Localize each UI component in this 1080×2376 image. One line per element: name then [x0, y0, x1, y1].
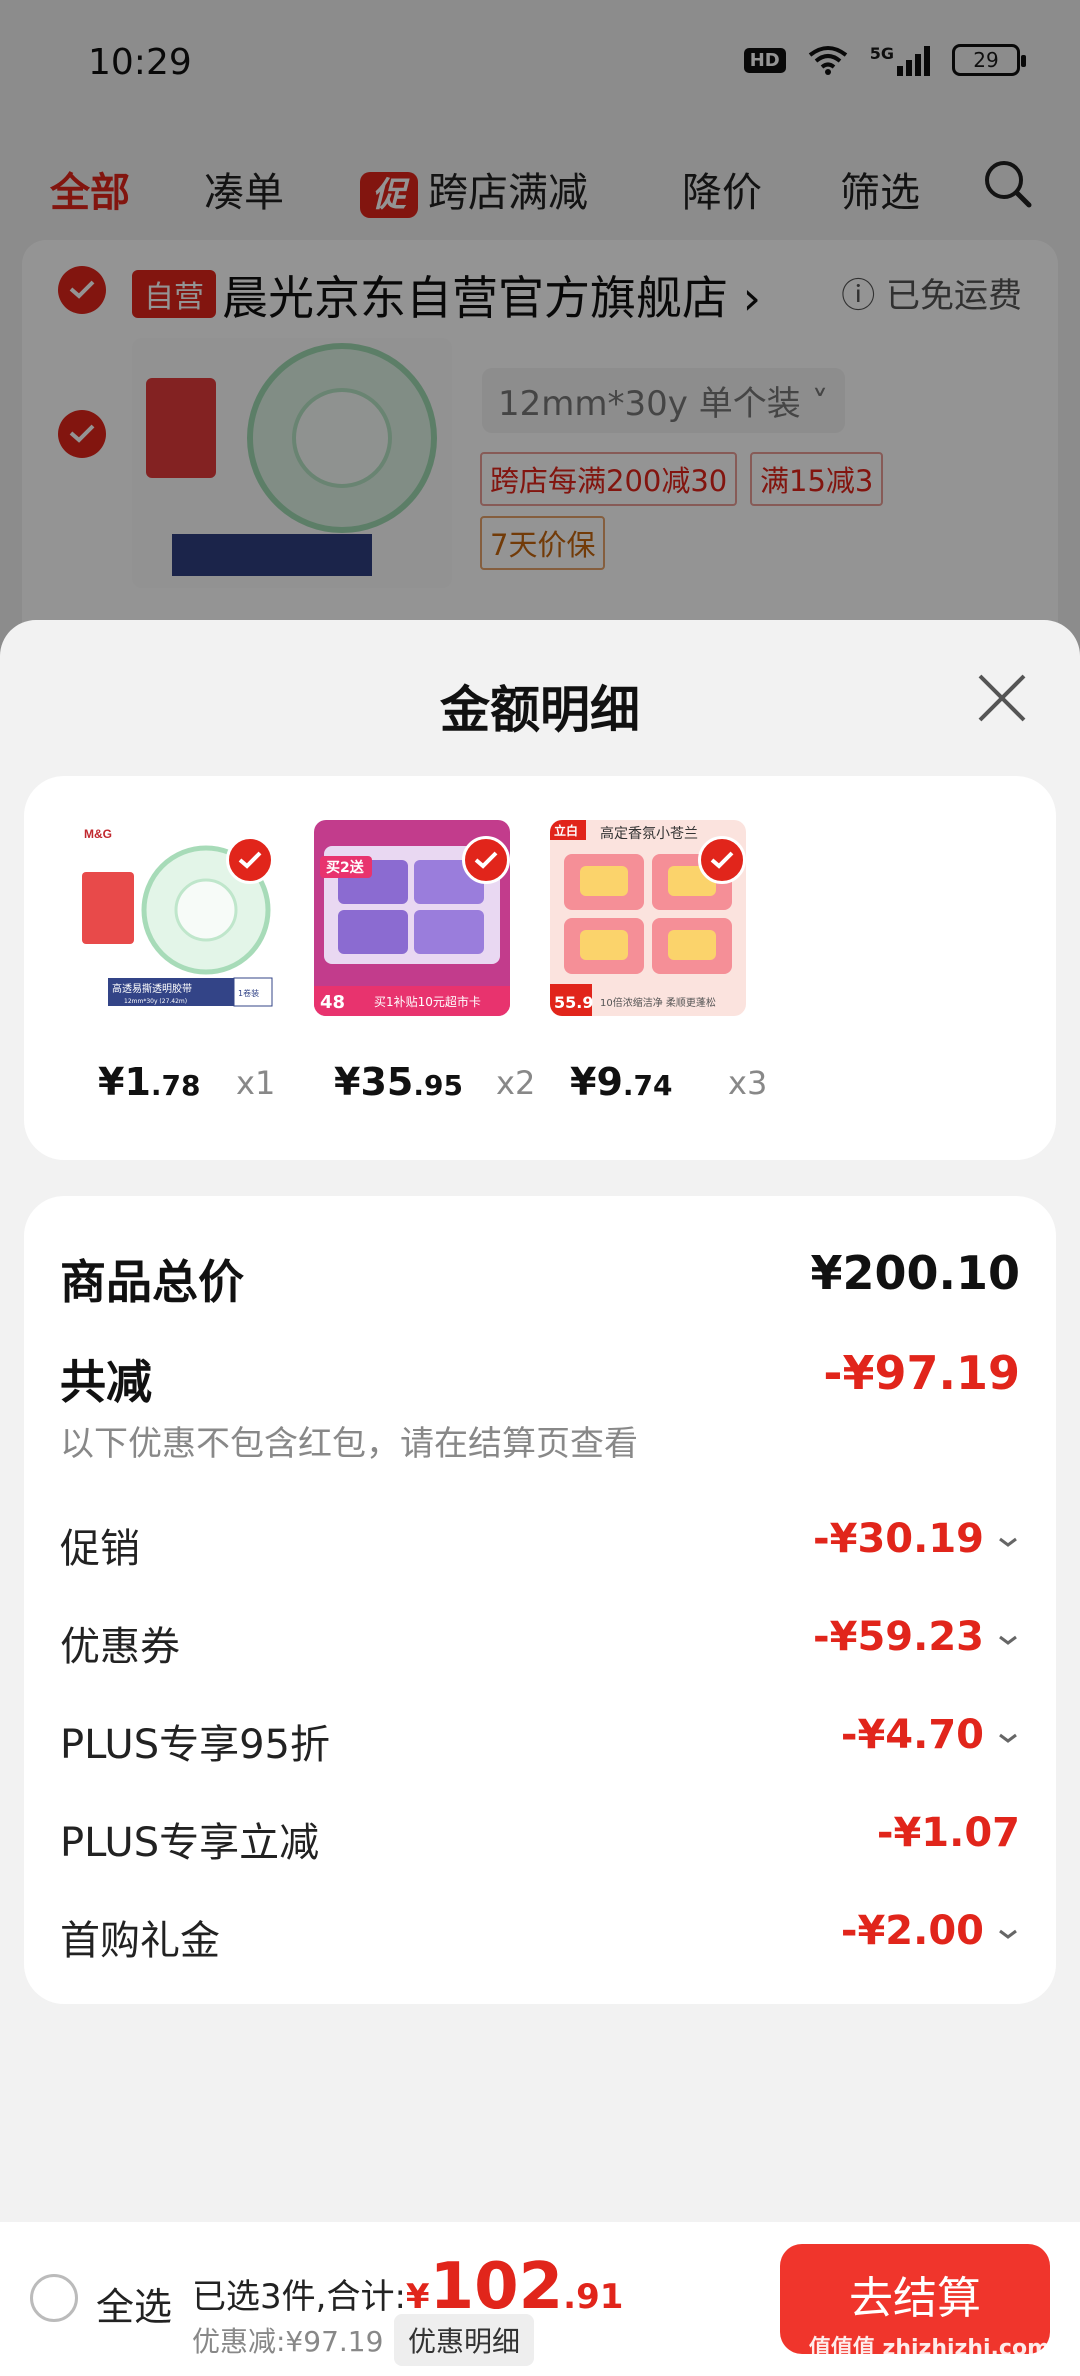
selected-summary: 已选3件,合计:¥102.91: [192, 2250, 624, 2324]
amount-detail-sheet: 金额明细 M&G 高透易撕透明胶带 12mm*30y (27.42m) 1卷装: [0, 620, 1080, 2376]
svg-text:55.9: 55.9: [554, 993, 593, 1012]
product-qty: x3: [728, 1064, 768, 1102]
svg-text:高定香氛小苍兰: 高定香氛小苍兰: [600, 825, 698, 842]
select-all-label[interactable]: 全选: [96, 2276, 172, 2331]
svg-text:高透易撕透明胶带: 高透易撕透明胶带: [112, 982, 192, 995]
total-reduce-label: 共减: [60, 1355, 152, 1409]
sheet-title: 金额明细: [440, 681, 640, 739]
brand-logo: M&G: [84, 827, 112, 841]
chevron-down-icon[interactable]: [996, 1628, 1020, 1652]
svg-text:买1补贴10元超市卡: 买1补贴10元超市卡: [374, 994, 481, 1009]
product-price: ¥9.74: [570, 1060, 673, 1104]
product-check-icon[interactable]: [698, 836, 746, 884]
total-amount: ¥102.91: [405, 2250, 624, 2324]
plus-instant-value: -¥1.07: [876, 1810, 1020, 1856]
promotion-label: 促销: [60, 1526, 140, 1572]
reduce-note: 以下优惠不包含红包，请在结算页查看: [60, 1424, 638, 1464]
discount-detail-button[interactable]: 优惠明细: [394, 2314, 535, 2366]
plus-discount-value: -¥4.70: [840, 1712, 984, 1758]
svg-text:1卷装: 1卷装: [238, 988, 259, 998]
coupon-value: -¥59.23: [813, 1614, 984, 1660]
svg-text:48: 48: [320, 992, 345, 1013]
total-price-row: 商品总价 ¥200.10: [60, 1246, 1020, 1309]
total-price-label: 商品总价: [60, 1255, 244, 1309]
chevron-down-icon[interactable]: [996, 1922, 1020, 1946]
price-detail-card: 商品总价 ¥200.10 共减 -¥97.19 以下优惠不包含红包，请在结算页查…: [24, 1196, 1056, 2004]
first-purchase-label: 首购礼金: [60, 1918, 220, 1964]
promotion-value: -¥30.19: [813, 1516, 984, 1562]
products-card: M&G 高透易撕透明胶带 12mm*30y (27.42m) 1卷装 ¥1.78…: [24, 776, 1056, 1160]
product-check-icon[interactable]: [226, 836, 274, 884]
product-price: ¥35.95: [334, 1060, 463, 1104]
plus-instant-row: PLUS专享立减 -¥1.07: [60, 1810, 1020, 1870]
total-price-value: ¥200.10: [810, 1246, 1020, 1300]
plus-discount-label: PLUS专享95折: [60, 1722, 330, 1768]
chevron-down-icon[interactable]: [996, 1530, 1020, 1554]
select-all-radio[interactable]: [30, 2274, 78, 2322]
svg-text:买2送: 买2送: [326, 859, 365, 876]
product-price: ¥1.78: [98, 1060, 201, 1104]
discount-summary: 优惠减:¥97.19: [192, 2325, 384, 2358]
plus-instant-label: PLUS专享立减: [60, 1820, 320, 1866]
svg-text:12mm*30y (27.42m): 12mm*30y (27.42m): [124, 998, 187, 1005]
coupon-label: 优惠券: [60, 1624, 180, 1670]
product-qty: x1: [236, 1064, 276, 1102]
svg-text:立白: 立白: [554, 823, 578, 838]
first-purchase-value: -¥2.00: [840, 1908, 984, 1954]
total-reduce-row: 共减 -¥97.19: [60, 1346, 1020, 1409]
chevron-down-icon[interactable]: [996, 1726, 1020, 1750]
promotion-row[interactable]: 促销 -¥30.19: [60, 1516, 1020, 1576]
total-reduce-value: -¥97.19: [823, 1346, 1020, 1400]
svg-text:10倍浓缩洁净 柔顺更蓬松: 10倍浓缩洁净 柔顺更蓬松: [600, 996, 716, 1009]
coupon-row[interactable]: 优惠券 -¥59.23: [60, 1614, 1020, 1674]
first-purchase-row[interactable]: 首购礼金 -¥2.00: [60, 1908, 1020, 1968]
product-check-icon[interactable]: [462, 836, 510, 884]
plus-discount-row[interactable]: PLUS专享95折 -¥4.70: [60, 1712, 1020, 1772]
close-icon[interactable]: [974, 670, 1030, 726]
checkout-bar: 全选 已选3件,合计:¥102.91 优惠减:¥97.19 优惠明细 去结算 值…: [0, 2222, 1080, 2376]
product-qty: x2: [496, 1064, 536, 1102]
watermark: 值值值 zhizhizhi.com: [808, 2336, 1050, 2361]
